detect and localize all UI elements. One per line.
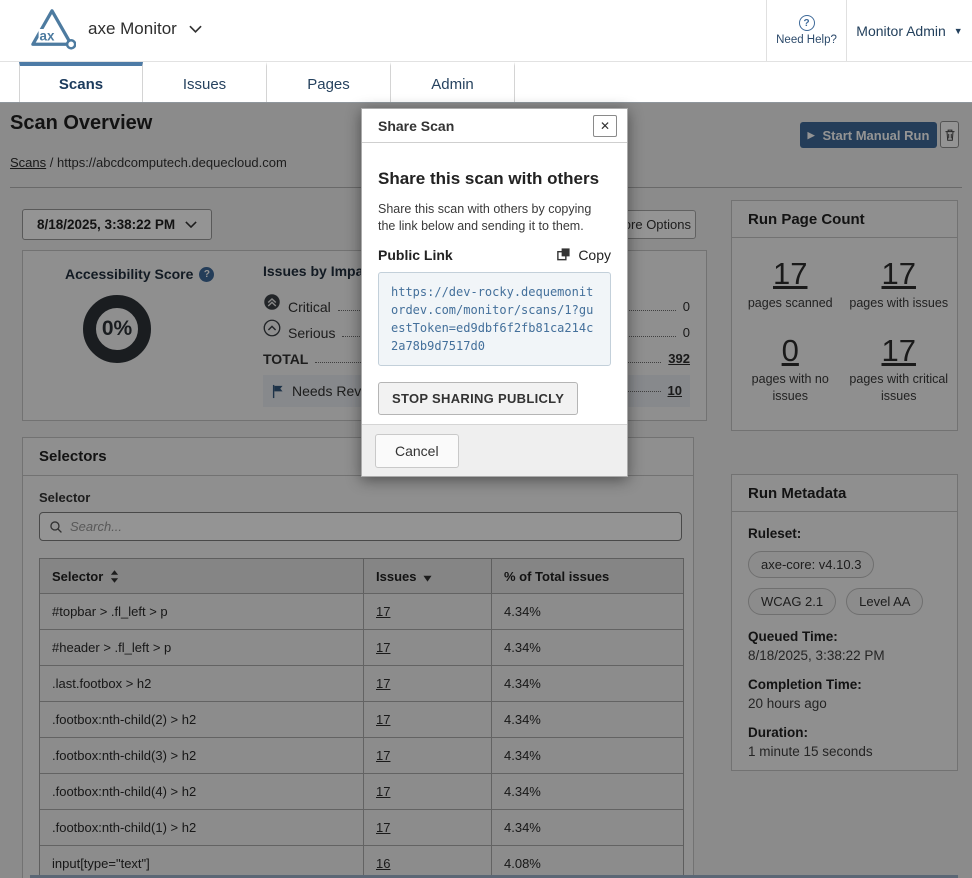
cancel-button[interactable]: Cancel xyxy=(375,434,459,468)
close-button[interactable]: ✕ xyxy=(593,115,617,137)
tab-label: Pages xyxy=(307,76,350,93)
need-help-label: Need Help? xyxy=(776,34,837,46)
public-link-value[interactable]: https://dev-rocky.dequemonitordev.com/mo… xyxy=(378,272,611,366)
public-link-label: Public Link xyxy=(378,247,453,263)
help-icon: ? xyxy=(799,15,815,31)
app-header: ax axe Monitor ? Need Help? Monitor Admi… xyxy=(0,0,972,62)
stop-sharing-button[interactable]: STOP SHARING PUBLICLY xyxy=(378,382,578,415)
tab-label: Issues xyxy=(183,76,226,93)
modal-heading: Share this scan with others xyxy=(378,169,611,189)
tab-issues[interactable]: Issues xyxy=(143,62,267,102)
axe-logo: ax xyxy=(28,7,76,51)
copy-link-button[interactable]: Copy xyxy=(556,247,611,263)
share-scan-modal: Share Scan ✕ Share this scan with others… xyxy=(361,108,628,477)
need-help-button[interactable]: ? Need Help? xyxy=(766,0,847,61)
modal-title: Share Scan xyxy=(378,118,454,134)
brand-label: axe Monitor xyxy=(88,19,177,39)
header-right: ? Need Help? Monitor Admin ▼ xyxy=(766,0,972,61)
tab-label: Scans xyxy=(59,76,103,93)
tab-label: Admin xyxy=(431,76,474,93)
modal-footer: Cancel xyxy=(362,424,627,476)
copy-icon xyxy=(556,247,571,262)
tab-scans[interactable]: Scans xyxy=(19,62,143,102)
modal-description: Share this scan with others by copying t… xyxy=(378,201,611,235)
tab-admin[interactable]: Admin xyxy=(391,62,515,102)
chevron-down-icon xyxy=(189,25,202,33)
tab-pages[interactable]: Pages xyxy=(267,62,391,102)
chevron-down-icon: ▼ xyxy=(954,26,963,36)
user-menu[interactable]: Monitor Admin ▼ xyxy=(847,0,972,61)
main-nav: Scans Issues Pages Admin xyxy=(0,62,972,103)
close-icon: ✕ xyxy=(600,119,610,133)
svg-text:ax: ax xyxy=(40,28,55,43)
user-menu-label: Monitor Admin xyxy=(856,23,945,39)
copy-label: Copy xyxy=(578,247,611,263)
brand-menu[interactable]: ax axe Monitor xyxy=(28,7,202,51)
app-root: ax axe Monitor ? Need Help? Monitor Admi… xyxy=(0,0,972,878)
modal-header: Share Scan ✕ xyxy=(362,109,627,143)
